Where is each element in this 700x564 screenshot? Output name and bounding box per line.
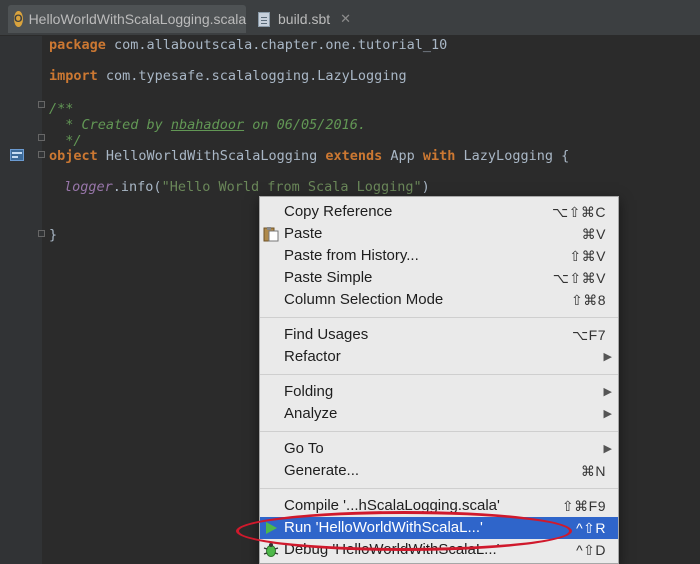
menu-item-folding[interactable]: Folding ▶ [260,381,618,403]
tab-build-sbt[interactable]: build.sbt ✕ [252,5,358,33]
menu-item-go-to[interactable]: Go To ▶ [260,438,618,460]
editor-tab-bar: O HelloWorldWithScalaLogging.scala ✕ bui… [0,0,700,36]
code-line-doc-author: * Created by nbahadoor on 06/05/2016. [49,117,366,133]
close-icon[interactable]: ✕ [340,11,351,27]
menu-item-paste-from-history[interactable]: Paste from History... ⇧⌘V [260,245,618,267]
submenu-arrow-icon: ▶ [603,443,612,455]
run-gutter-icon[interactable] [10,148,24,162]
code-line-logger: logger.info("Hello World from Scala Logg… [64,179,430,195]
tab-helloworld-scala[interactable]: O HelloWorldWithScalaLogging.scala ✕ [8,5,267,33]
menu-item-paste-simple[interactable]: Paste Simple ⌥⇧⌘V [260,267,618,289]
menu-item-refactor[interactable]: Refactor ▶ [260,346,618,368]
menu-item-find-usages[interactable]: Find Usages ⌥F7 [260,324,618,346]
context-menu: Copy Reference ⌥⇧⌘C Paste ⌘V Paste from Hi… [259,196,619,564]
paste-icon [263,227,279,242]
code-line-close-brace: } [49,227,58,243]
code-line-object: object HelloWorldWithScalaLogging extend… [49,148,570,164]
submenu-arrow-icon: ▶ [603,386,612,398]
debug-icon [263,543,279,557]
menu-item-copy-reference[interactable]: Copy Reference ⌥⇧⌘C [260,201,618,223]
run-icon [266,522,277,534]
sbt-file-icon [258,11,270,27]
menu-item-analyze[interactable]: Analyze ▶ [260,403,618,425]
menu-item-column-selection-mode[interactable]: Column Selection Mode ⇧⌘8 [260,289,618,311]
menu-separator [260,374,618,375]
menu-separator [260,317,618,318]
scala-object-icon: O [14,11,23,27]
submenu-arrow-icon: ▶ [603,351,612,363]
menu-item-generate[interactable]: Generate... ⌘N [260,460,618,482]
menu-item-run[interactable]: Run 'HelloWorldWithScalaL...' ^⇧R [260,517,618,539]
submenu-arrow-icon: ▶ [603,408,612,420]
tab-label: HelloWorldWithScalaLogging.scala [28,11,247,27]
menu-item-debug[interactable]: Debug 'HelloWorldWithScalaL...' ^⇧D [260,539,618,561]
code-line-package: package com.allaboutscala.chapter.one.tu… [49,37,448,53]
editor-gutter [0,36,42,564]
tab-label: build.sbt [278,11,331,27]
menu-separator [260,431,618,432]
menu-item-compile[interactable]: Compile '...hScalaLogging.scala' ⇧⌘F9 [260,495,618,517]
menu-separator [260,488,618,489]
code-line-import: import com.typesafe.scalalogging.LazyLog… [49,68,407,84]
menu-item-paste[interactable]: Paste ⌘V [260,223,618,245]
